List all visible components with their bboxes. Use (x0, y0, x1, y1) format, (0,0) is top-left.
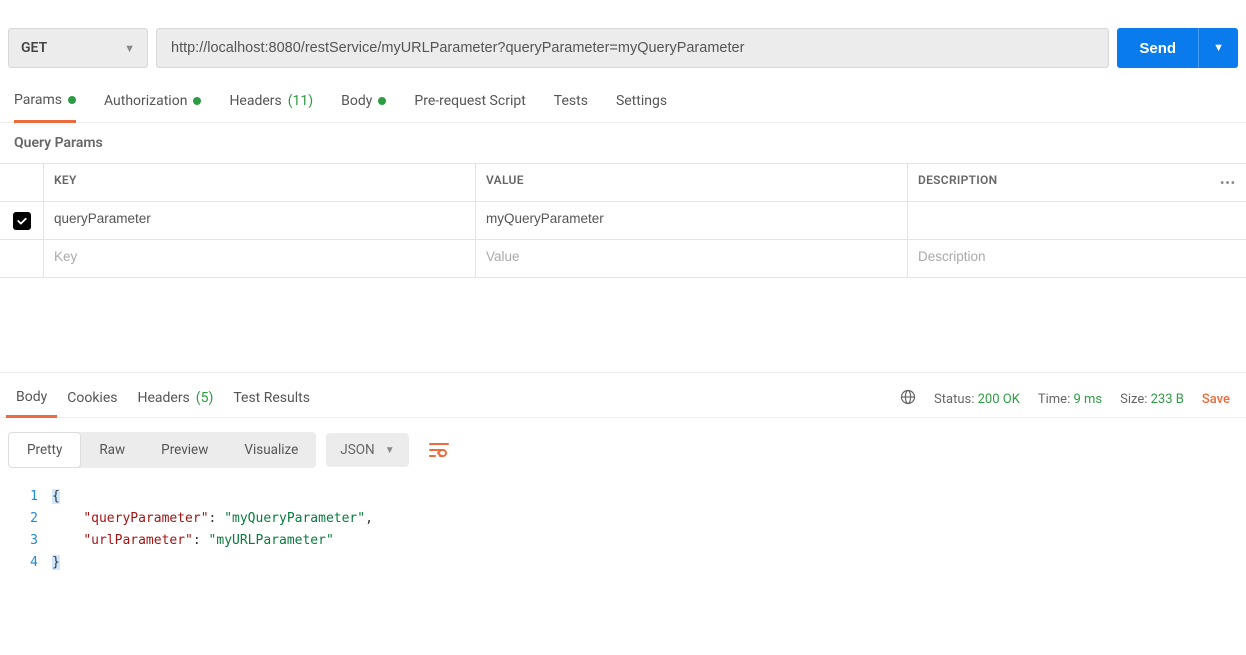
request-bar: GET ▼ Send ▼ (0, 0, 1246, 76)
save-response-button[interactable]: Save (1202, 392, 1230, 407)
chevron-down-icon: ▼ (385, 445, 395, 456)
time-label: Time: (1038, 392, 1070, 407)
code-line: 4} (0, 552, 1246, 574)
status-dot-icon (378, 97, 386, 105)
section-title: Query Params (0, 123, 1246, 163)
param-desc-input[interactable] (918, 211, 1236, 226)
wrap-lines-button[interactable] (419, 436, 459, 464)
line-content: { (52, 486, 60, 508)
line-content: "urlParameter": "myURLParameter" (52, 530, 334, 552)
check-icon (16, 215, 28, 227)
format-label: JSON (340, 442, 374, 458)
send-button[interactable]: Send ▼ (1117, 28, 1238, 68)
tab-count: (5) (196, 390, 214, 406)
tab-tests[interactable]: Tests (554, 87, 588, 121)
view-toolbar: Pretty Raw Preview Visualize JSON ▼ (0, 418, 1246, 482)
request-tabs: Params Authorization Headers (11) Body P… (0, 76, 1246, 123)
tab-authorization[interactable]: Authorization (104, 87, 201, 121)
tab-params[interactable]: Params (14, 86, 76, 123)
param-key-input[interactable] (54, 249, 465, 264)
response-body-code[interactable]: 1{2 "queryParameter": "myQueryParameter"… (0, 482, 1246, 574)
tab-label: Tests (554, 93, 588, 109)
time: Time: 9 ms (1038, 392, 1102, 407)
time-value: 9 ms (1073, 392, 1102, 407)
view-preview-button[interactable]: Preview (143, 433, 226, 467)
chevron-down-icon: ▼ (124, 42, 135, 55)
response-tab-cookies[interactable]: Cookies (57, 382, 127, 416)
line-content: "queryParameter": "myQueryParameter", (52, 508, 373, 530)
tab-count: (11) (288, 93, 313, 109)
param-key-input[interactable] (54, 211, 465, 226)
tab-label: Settings (616, 93, 667, 109)
chevron-down-icon: ▼ (1213, 42, 1224, 54)
tab-prerequest-script[interactable]: Pre-request Script (414, 87, 525, 121)
tab-headers[interactable]: Headers (11) (229, 87, 313, 121)
view-raw-button[interactable]: Raw (81, 433, 143, 467)
status-value: 200 OK (978, 392, 1020, 407)
size: Size: 233 B (1120, 392, 1184, 407)
param-desc-input[interactable] (918, 249, 1236, 264)
line-content: } (52, 552, 60, 574)
line-number: 1 (0, 486, 52, 508)
status-dot-icon (68, 96, 76, 104)
response-tab-test-results[interactable]: Test Results (223, 382, 320, 416)
col-header-key: KEY (44, 164, 476, 201)
col-header-desc: DESCRIPTION (908, 164, 1210, 201)
param-value-input[interactable] (486, 211, 897, 226)
tab-settings[interactable]: Settings (616, 87, 667, 121)
col-header-value: VALUE (476, 164, 908, 201)
tab-label: Headers (137, 390, 189, 406)
table-row (0, 202, 1246, 240)
wrap-icon (429, 442, 449, 458)
url-input[interactable] (156, 28, 1109, 68)
code-line: 3 "urlParameter": "myURLParameter" (0, 530, 1246, 552)
view-mode-segment: Pretty Raw Preview Visualize (8, 432, 316, 468)
size-value: 233 B (1151, 392, 1184, 407)
view-visualize-button[interactable]: Visualize (226, 433, 316, 467)
status-dot-icon (193, 97, 201, 105)
code-line: 1{ (0, 486, 1246, 508)
tab-body[interactable]: Body (341, 87, 386, 121)
tab-label: Pre-request Script (414, 93, 525, 109)
format-select[interactable]: JSON ▼ (326, 433, 408, 467)
line-number: 2 (0, 508, 52, 530)
tab-label: Authorization (104, 93, 187, 109)
param-value-input[interactable] (486, 249, 897, 264)
view-pretty-button[interactable]: Pretty (8, 432, 81, 468)
tab-label: Cookies (67, 390, 117, 406)
tab-label: Params (14, 92, 62, 108)
row-checkbox[interactable] (13, 212, 31, 230)
blank (0, 240, 44, 277)
table-options-button[interactable]: ••• (1210, 164, 1246, 201)
send-label: Send (1117, 40, 1198, 57)
code-line: 2 "queryParameter": "myQueryParameter", (0, 508, 1246, 530)
table-header-row: KEY VALUE DESCRIPTION ••• (0, 164, 1246, 202)
status-label: Status: (934, 392, 974, 407)
line-number: 4 (0, 552, 52, 574)
response-meta: Status: 200 OK Time: 9 ms Size: 233 B Sa… (900, 389, 1240, 409)
query-params-table: KEY VALUE DESCRIPTION ••• (0, 163, 1246, 278)
table-row-empty (0, 240, 1246, 278)
status: Status: 200 OK (934, 392, 1020, 407)
tab-label: Body (341, 93, 372, 109)
response-panel: Body Cookies Headers (5) Test Results St… (0, 372, 1246, 574)
tab-label: Test Results (233, 390, 310, 406)
response-tabs: Body Cookies Headers (5) Test Results St… (0, 372, 1246, 418)
response-tab-headers[interactable]: Headers (5) (127, 382, 223, 416)
globe-icon[interactable] (900, 389, 916, 409)
tab-label: Body (16, 389, 47, 405)
line-number: 3 (0, 530, 52, 552)
response-tab-body[interactable]: Body (6, 381, 57, 418)
send-dropdown[interactable]: ▼ (1199, 42, 1238, 54)
tab-label: Headers (229, 93, 281, 109)
method-label: GET (21, 40, 47, 56)
size-label: Size: (1120, 392, 1147, 407)
method-select[interactable]: GET ▼ (8, 28, 148, 68)
blank (0, 164, 44, 201)
